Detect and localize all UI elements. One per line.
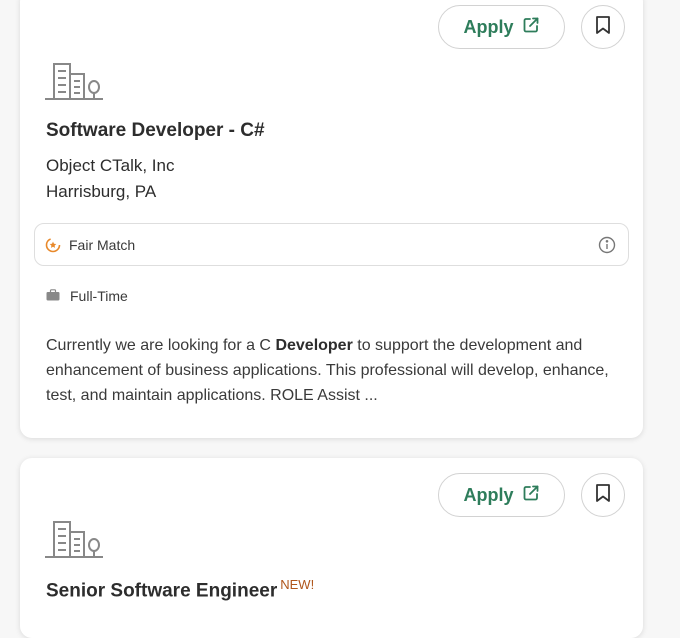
bookmark-icon bbox=[595, 15, 611, 40]
job-type-label: Full-Time bbox=[70, 288, 128, 304]
job-type: Full-Time bbox=[46, 288, 128, 304]
building-icon bbox=[45, 521, 103, 564]
job-location: Harrisburg, PA bbox=[46, 182, 157, 201]
job-title-text: Senior Software Engineer bbox=[46, 580, 278, 602]
match-star-icon bbox=[45, 237, 61, 253]
building-icon bbox=[45, 63, 103, 106]
job-card[interactable]: Apply bbox=[20, 458, 643, 638]
job-title[interactable]: Software Developer - C# bbox=[46, 120, 265, 142]
snippet-highlight: Developer bbox=[275, 337, 353, 354]
job-title[interactable]: Senior Software Engineer NEW! bbox=[46, 577, 314, 602]
bookmark-icon bbox=[595, 483, 611, 508]
company-name: Object CTalk, Inc bbox=[46, 156, 175, 175]
external-link-icon bbox=[522, 484, 540, 507]
job-card[interactable]: Apply bbox=[20, 0, 643, 438]
apply-label: Apply bbox=[463, 484, 514, 505]
match-indicator: Fair Match bbox=[34, 223, 629, 266]
new-badge: NEW! bbox=[280, 577, 315, 592]
save-job-button[interactable] bbox=[581, 473, 625, 517]
info-icon[interactable] bbox=[598, 236, 616, 259]
save-job-button[interactable] bbox=[581, 5, 625, 49]
job-snippet: Currently we are looking for a C Develop… bbox=[46, 333, 626, 408]
external-link-icon bbox=[522, 16, 540, 39]
apply-button[interactable]: Apply bbox=[438, 473, 565, 517]
briefcase-icon bbox=[46, 288, 60, 304]
match-label: Fair Match bbox=[69, 236, 136, 253]
snippet-text: Currently we are looking for a C bbox=[46, 337, 276, 354]
apply-label: Apply bbox=[463, 16, 514, 37]
apply-button[interactable]: Apply bbox=[438, 5, 565, 49]
